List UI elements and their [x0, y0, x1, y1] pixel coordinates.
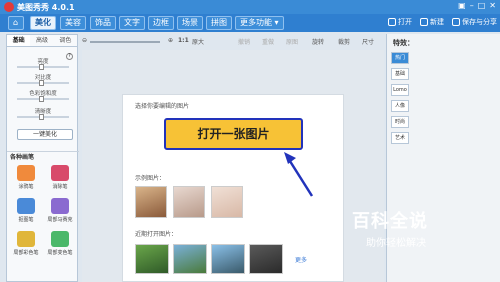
tab-collage[interactable]: 拼图 [206, 16, 232, 30]
save-icon [452, 18, 460, 26]
original-image-button[interactable]: 原图 [286, 37, 298, 46]
new-button[interactable]: 新建 [420, 17, 444, 27]
app-logo-icon [4, 2, 14, 12]
slider-knob[interactable] [39, 96, 44, 102]
minimize-icon[interactable]: – [470, 1, 474, 10]
example-image[interactable] [211, 186, 243, 218]
tab-text[interactable]: 文字 [119, 16, 145, 30]
brush-eraser[interactable]: 消除笔 [45, 165, 75, 193]
mosaic-brush-icon [51, 198, 69, 214]
effects-tab-basic[interactable]: 基础 [391, 68, 409, 80]
skin-icon[interactable]: ▣ [458, 1, 466, 10]
pointer-arrow [284, 152, 314, 197]
brush-mosaic[interactable]: 局部马赛克 [45, 198, 75, 226]
recent-image[interactable] [173, 244, 207, 274]
original-size-button[interactable]: 原大 [192, 37, 204, 46]
more-link[interactable]: 更多 [295, 255, 307, 264]
plus-icon [420, 18, 428, 26]
example-image[interactable] [173, 186, 205, 218]
crop-button[interactable]: 裁剪 [338, 37, 350, 46]
effects-tab-fashion[interactable]: 时尚 [391, 116, 409, 128]
undo-button[interactable]: 撤销 [238, 37, 250, 46]
example-image[interactable] [135, 186, 167, 218]
home-icon: ⌂ [13, 18, 19, 27]
tab-beautify[interactable]: 美化 [30, 16, 56, 30]
folder-icon [388, 18, 396, 26]
tab-more[interactable]: 更多功能 ▾ [235, 16, 284, 30]
color-brush-icon [17, 231, 35, 247]
ratio-label[interactable]: 1:1 [178, 37, 189, 44]
window-controls: ▣ – □ ✕ [458, 1, 496, 10]
brush-cutout[interactable]: 抠图笔 [11, 198, 41, 226]
redo-button[interactable]: 重做 [262, 37, 274, 46]
zoom-in-icon[interactable]: ⊕ [168, 37, 173, 44]
main-menu-bar: ⌂ 美化 美容 饰品 文字 边框 场景 拼图 更多功能 ▾ 打开 新建 保存与分… [0, 14, 500, 32]
title-bar: 美图秀秀 4.0.1 ▣ – □ ✕ [0, 0, 500, 14]
effects-tab-art[interactable]: 艺术 [391, 132, 409, 144]
open-button[interactable]: 打开 [388, 17, 412, 27]
tab-border[interactable]: 边框 [148, 16, 174, 30]
eraser-brush-icon [51, 165, 69, 181]
brush-partial-color[interactable]: 局部彩色笔 [11, 231, 41, 259]
tab-beauty[interactable]: 美容 [60, 16, 86, 30]
zoom-out-icon[interactable]: ⊖ [82, 37, 87, 44]
brightness-slider[interactable] [17, 64, 69, 70]
subtab-basic[interactable]: 基础 [7, 35, 31, 46]
sharpness-slider[interactable] [17, 114, 69, 120]
saturation-slider[interactable] [17, 96, 69, 102]
zoom-slider[interactable] [90, 41, 160, 43]
cutout-brush-icon [17, 198, 35, 214]
contrast-slider[interactable] [17, 80, 69, 86]
slider-knob[interactable] [39, 114, 44, 120]
examples-label: 示例图片： [135, 175, 166, 182]
recent-label: 近期打开图片： [135, 231, 178, 238]
save-share-button[interactable]: 保存与分享 [452, 17, 497, 27]
effects-tab-lomo[interactable]: Lomo [391, 84, 409, 96]
adjust-subtabs: 基础 高级 调色 [7, 35, 77, 47]
close-icon[interactable]: ✕ [489, 1, 496, 10]
left-panel: 基础 高级 调色 ? 亮度 对比度 色彩饱和度 清晰度 一键美化 各种画笔 涂鸦… [6, 34, 79, 282]
subtab-advanced[interactable]: 高级 [30, 35, 53, 46]
rotate-button[interactable]: 旋转 [312, 37, 324, 46]
home-tab[interactable]: ⌂ [8, 16, 24, 30]
tab-scene[interactable]: 场景 [177, 16, 203, 30]
maximize-icon[interactable]: □ [478, 1, 486, 10]
recent-image[interactable] [211, 244, 245, 274]
doodle-brush-icon [17, 165, 35, 181]
size-button[interactable]: 尺寸 [362, 37, 374, 46]
one-click-beautify-button[interactable]: 一键美化 [17, 129, 73, 140]
effects-heading: 特效： [393, 39, 414, 47]
slider-knob[interactable] [39, 64, 44, 70]
recent-image[interactable] [135, 244, 169, 274]
effects-tab-portrait[interactable]: 人像 [391, 100, 409, 112]
brush-doodle[interactable]: 涂鸦笔 [11, 165, 41, 193]
watermark-title: 百科全说 [352, 211, 428, 232]
select-image-label: 选择你要编辑的图片 [135, 103, 190, 110]
tab-accessories[interactable]: 饰品 [90, 16, 116, 30]
effects-tab-hot[interactable]: 热门 [391, 52, 409, 64]
slider-knob[interactable] [39, 80, 44, 86]
subtab-color[interactable]: 调色 [54, 35, 77, 46]
open-image-button[interactable]: 打开一张图片 [164, 118, 303, 150]
brush-recolor[interactable]: 局部变色笔 [45, 231, 75, 259]
recent-image[interactable] [249, 244, 283, 274]
watermark-subtitle: 助你轻松解决 [366, 238, 426, 249]
recolor-brush-icon [51, 231, 69, 247]
app-title: 美图秀秀 4.0.1 [17, 3, 75, 12]
brush-heading: 各种画笔 [7, 151, 79, 161]
